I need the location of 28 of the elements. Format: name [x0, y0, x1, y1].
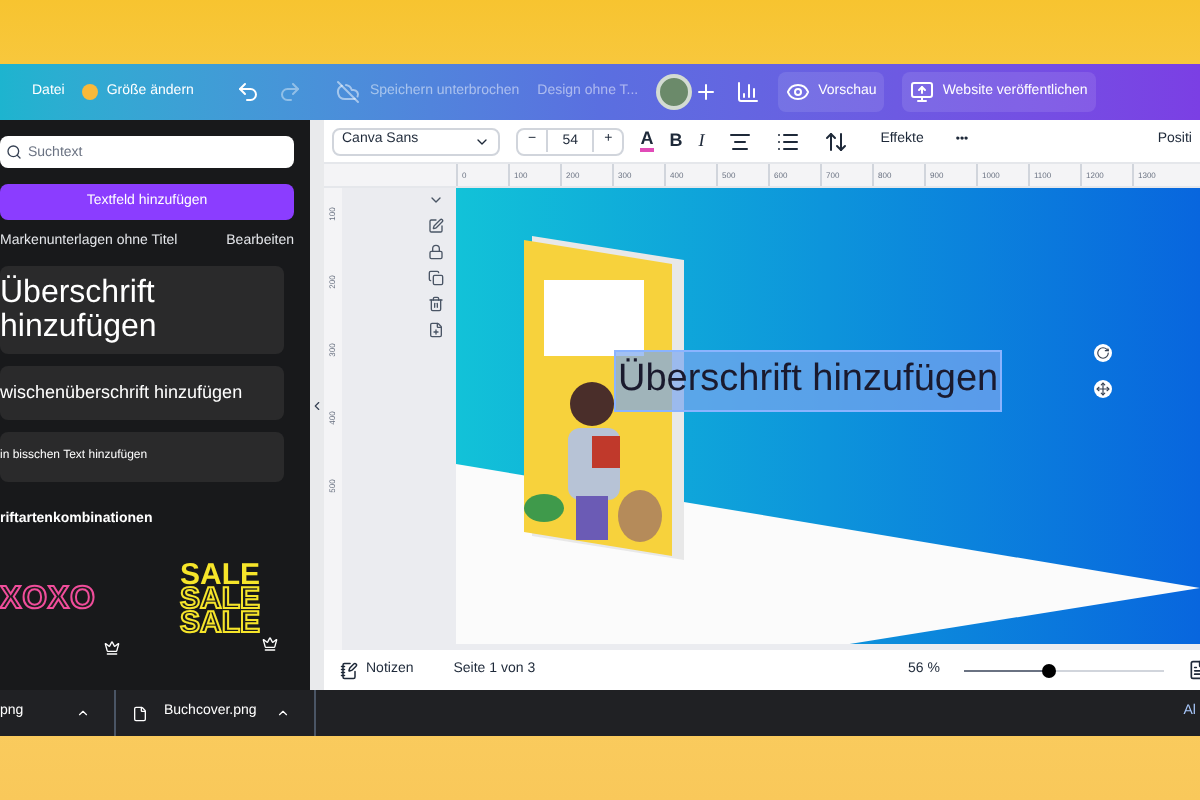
- font-combo-card[interactable]: XOXO: [0, 559, 140, 639]
- font-combo-card[interactable]: SALE SALE SALE: [154, 563, 286, 635]
- collapse-icon[interactable]: [310, 397, 324, 413]
- chart-icon[interactable]: [736, 80, 761, 104]
- text-color-button[interactable]: A: [640, 130, 654, 152]
- search-icon: [6, 144, 22, 160]
- avatar[interactable]: [656, 74, 693, 110]
- lock-icon[interactable]: [428, 244, 444, 260]
- monitor-icon: [910, 80, 935, 104]
- eye-icon: [786, 80, 811, 104]
- file-icon: [132, 705, 148, 721]
- caret-icon[interactable]: [276, 706, 290, 720]
- undo-icon[interactable]: [235, 80, 260, 104]
- text-box[interactable]: Überschrift hinzufügen: [616, 352, 1001, 409]
- italic-button[interactable]: I: [698, 127, 705, 155]
- caret-icon[interactable]: [76, 706, 90, 720]
- notes-icon: [340, 661, 358, 679]
- heading-preset[interactable]: Überschrift hinzufügen: [0, 265, 284, 353]
- bold-button[interactable]: B: [669, 127, 683, 155]
- subheading-preset[interactable]: wischenüberschrift hinzufügen: [0, 365, 284, 420]
- copy-icon[interactable]: [428, 270, 444, 286]
- add-page-icon[interactable]: [428, 322, 444, 338]
- align-icon[interactable]: [728, 129, 753, 153]
- spacing-icon[interactable]: [824, 129, 849, 153]
- add-icon[interactable]: [694, 80, 719, 104]
- edit-icon[interactable]: [428, 218, 444, 234]
- trash-icon[interactable]: [428, 296, 444, 312]
- chevron-icon[interactable]: [428, 192, 444, 208]
